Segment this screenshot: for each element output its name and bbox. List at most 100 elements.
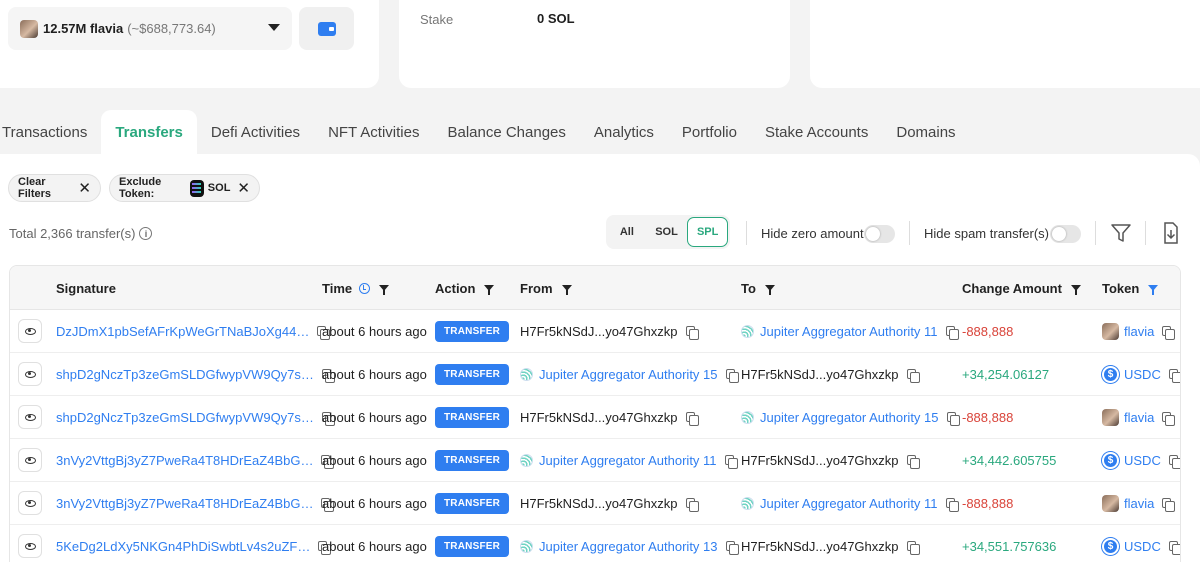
copy-icon[interactable] bbox=[906, 369, 920, 383]
copy-icon[interactable] bbox=[1168, 541, 1180, 555]
address-link[interactable]: Jupiter Aggregator Authority 15 bbox=[760, 410, 939, 425]
address-link[interactable]: Jupiter Aggregator Authority 11 bbox=[760, 496, 938, 511]
address-text: H7Fr5kNSdJ...yo47Ghxzkp bbox=[741, 452, 899, 468]
tab-balance-changes[interactable]: Balance Changes bbox=[433, 110, 579, 154]
header-to: To bbox=[741, 266, 775, 310]
token-link[interactable]: USDC bbox=[1124, 539, 1161, 554]
filter-icon[interactable] bbox=[1148, 285, 1159, 295]
view-details-button[interactable] bbox=[18, 448, 42, 472]
segment-all[interactable]: All bbox=[608, 217, 646, 247]
signature-link[interactable]: 3nVy2VttgBj3yZ7PweRa4T8HDrEaZ4BbG… bbox=[56, 453, 313, 468]
download-icon[interactable] bbox=[1160, 222, 1182, 244]
copy-icon[interactable] bbox=[1168, 369, 1180, 383]
filter-icon[interactable] bbox=[1110, 222, 1132, 244]
copy-icon[interactable] bbox=[685, 412, 699, 426]
change-amount: +34,442.605755 bbox=[962, 452, 1057, 468]
segment-spl[interactable]: SPL bbox=[687, 217, 728, 247]
close-icon[interactable]: ✕ bbox=[237, 181, 250, 196]
stake-value: 0 SOL bbox=[537, 11, 575, 26]
change-amount: -888,888 bbox=[962, 409, 1014, 425]
filter-icon[interactable] bbox=[379, 285, 390, 295]
filter-icon[interactable] bbox=[484, 285, 495, 295]
copy-icon[interactable] bbox=[1162, 412, 1176, 426]
token-link[interactable]: flavia bbox=[1124, 324, 1154, 339]
change-cell: +34,442.605755 bbox=[962, 439, 1056, 481]
copy-icon[interactable] bbox=[685, 498, 699, 512]
view-details-button[interactable] bbox=[18, 405, 42, 429]
change-cell: -888,888 bbox=[962, 310, 1013, 352]
tab-stake-accounts[interactable]: Stake Accounts bbox=[751, 110, 882, 154]
from-cell: H7Fr5kNSdJ...yo47Ghxzkp bbox=[520, 396, 699, 438]
header-time-label: Time bbox=[322, 280, 353, 296]
token-link[interactable]: USDC bbox=[1124, 453, 1161, 468]
header-change-amount: Change Amount bbox=[962, 266, 1081, 310]
tab-defi-activities[interactable]: Defi Activities bbox=[197, 110, 314, 154]
tab-transfers[interactable]: Transfers bbox=[101, 110, 197, 154]
transfers-table: Signature Time Action From To Change Amo… bbox=[9, 265, 1181, 562]
clock-icon[interactable] bbox=[359, 282, 371, 294]
hide-zero-toggle[interactable] bbox=[864, 225, 895, 243]
token-link[interactable]: flavia bbox=[1124, 496, 1154, 511]
view-details-button[interactable] bbox=[18, 534, 42, 558]
tab-portfolio[interactable]: Portfolio bbox=[668, 110, 751, 154]
copy-icon[interactable] bbox=[945, 326, 959, 340]
table-body: DzJDmX1pbSefAFrKpWeGrTNaBJoXg44… about 6… bbox=[10, 310, 1180, 562]
flavia-token-icon bbox=[1102, 408, 1119, 426]
filter-icon[interactable] bbox=[1070, 285, 1081, 295]
copy-icon[interactable] bbox=[906, 541, 920, 555]
filter-icon[interactable] bbox=[764, 285, 775, 295]
address-link[interactable]: Jupiter Aggregator Authority 13 bbox=[539, 539, 718, 554]
flavia-token-icon bbox=[1102, 322, 1119, 340]
token-cell: flavia bbox=[1102, 310, 1176, 352]
address-link[interactable]: Jupiter Aggregator Authority 11 bbox=[760, 324, 938, 339]
copy-icon[interactable] bbox=[1162, 498, 1176, 512]
divider bbox=[746, 221, 747, 245]
copy-icon[interactable] bbox=[946, 412, 960, 426]
time-cell: about 6 hours ago bbox=[322, 439, 427, 481]
wallet-button[interactable] bbox=[299, 7, 354, 50]
address-link[interactable]: Jupiter Aggregator Authority 15 bbox=[539, 367, 718, 382]
total-transfers: Total 2,366 transfer(s) i bbox=[9, 226, 153, 241]
copy-icon[interactable] bbox=[906, 455, 920, 469]
signature-cell: shpD2gNczTp3zeGmSLDGfwypVW9Qy7s… bbox=[56, 353, 335, 395]
close-icon[interactable]: ✕ bbox=[78, 181, 91, 196]
table-row: DzJDmX1pbSefAFrKpWeGrTNaBJoXg44… about 6… bbox=[10, 310, 1180, 353]
tab-domains[interactable]: Domains bbox=[882, 110, 969, 154]
action-badge: TRANSFER bbox=[435, 535, 510, 557]
token-link[interactable]: flavia bbox=[1124, 410, 1154, 425]
header-token: Token bbox=[1102, 266, 1159, 310]
copy-icon[interactable] bbox=[724, 455, 738, 469]
copy-icon[interactable] bbox=[1162, 326, 1176, 340]
info-icon[interactable]: i bbox=[139, 227, 153, 240]
tab-nft-activities[interactable]: NFT Activities bbox=[314, 110, 433, 154]
hide-spam-toggle[interactable] bbox=[1050, 225, 1081, 243]
view-details-button[interactable] bbox=[18, 491, 42, 515]
signature-link[interactable]: shpD2gNczTp3zeGmSLDGfwypVW9Qy7s… bbox=[56, 410, 314, 425]
copy-icon[interactable] bbox=[725, 369, 739, 383]
tab-bar: Transactions Transfers Defi Activities N… bbox=[0, 110, 1200, 154]
signature-link[interactable]: shpD2gNczTp3zeGmSLDGfwypVW9Qy7s… bbox=[56, 367, 314, 382]
signature-link[interactable]: DzJDmX1pbSefAFrKpWeGrTNaBJoXg44… bbox=[56, 324, 309, 339]
wallet-selector[interactable]: 12.57M flavia (~$688,773.64) bbox=[8, 7, 292, 50]
view-details-button[interactable] bbox=[18, 362, 42, 386]
token-link[interactable]: USDC bbox=[1124, 367, 1161, 382]
copy-icon[interactable] bbox=[1168, 455, 1180, 469]
exclude-token-chip[interactable]: Exclude Token: SOL ✕ bbox=[109, 174, 260, 202]
signature-link[interactable]: 5KeDg2LdXy5NKGn4PhDiSwbtLv4s2uZF… bbox=[56, 539, 310, 554]
action-cell: TRANSFER bbox=[435, 310, 510, 352]
signature-link[interactable]: 3nVy2VttgBj3yZ7PweRa4T8HDrEaZ4BbG… bbox=[56, 496, 313, 511]
view-details-button[interactable] bbox=[18, 319, 42, 343]
filter-icon[interactable] bbox=[561, 285, 572, 295]
time-text: about 6 hours ago bbox=[322, 452, 427, 468]
copy-icon[interactable] bbox=[725, 541, 739, 555]
tab-transactions[interactable]: Transactions bbox=[0, 110, 101, 154]
token-type-segment: All SOL SPL bbox=[606, 215, 730, 249]
tab-analytics[interactable]: Analytics bbox=[580, 110, 668, 154]
copy-icon[interactable] bbox=[945, 498, 959, 512]
clear-filters-chip[interactable]: Clear Filters ✕ bbox=[8, 174, 101, 202]
segment-sol[interactable]: SOL bbox=[646, 217, 688, 247]
from-cell: Jupiter Aggregator Authority 15 bbox=[520, 353, 739, 395]
transfers-panel: Clear Filters ✕ Exclude Token: SOL ✕ Tot… bbox=[0, 154, 1200, 562]
copy-icon[interactable] bbox=[685, 326, 699, 340]
address-link[interactable]: Jupiter Aggregator Authority 11 bbox=[539, 453, 717, 468]
